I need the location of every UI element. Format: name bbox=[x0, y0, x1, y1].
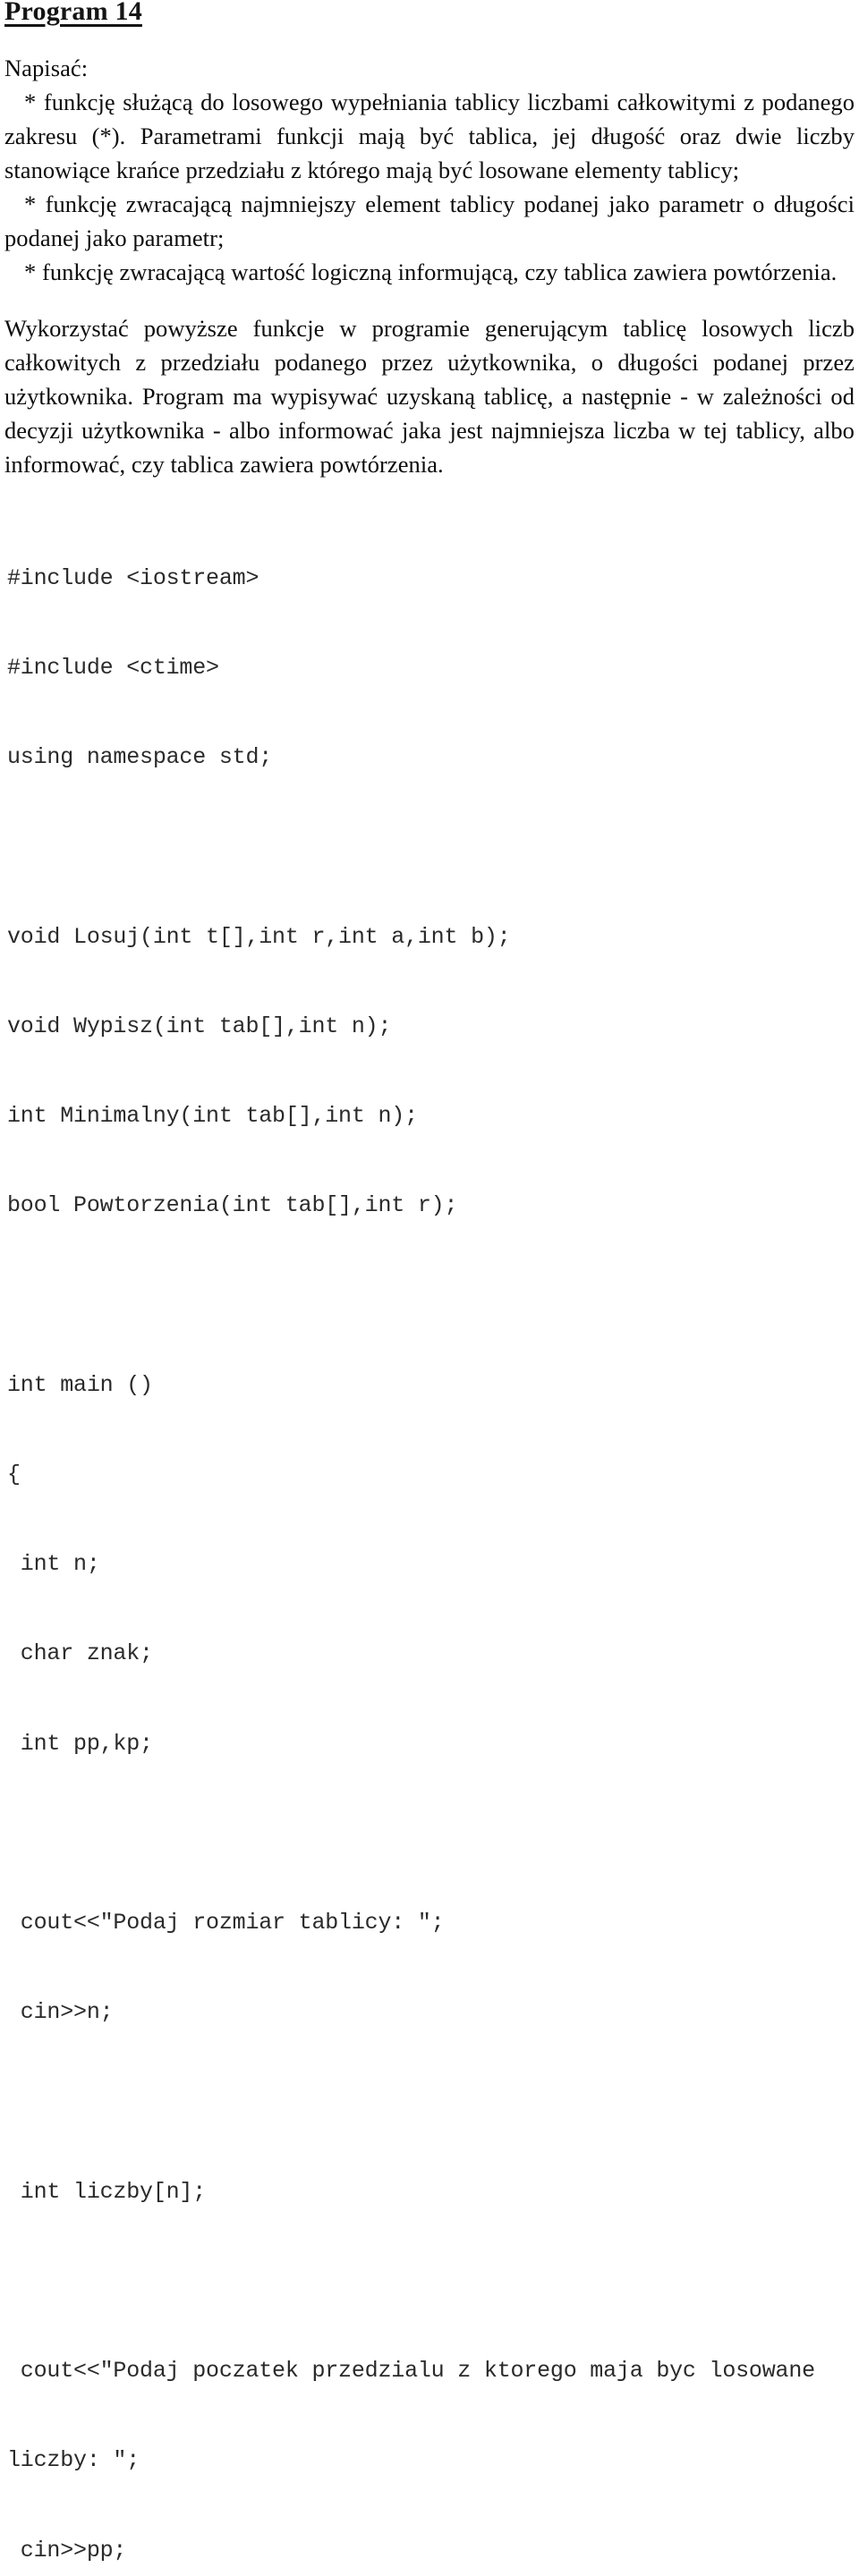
code-line: void Losuj(int t[],int r,int a,int b); bbox=[7, 923, 511, 950]
code-line: #include <iostream> bbox=[7, 564, 259, 591]
requirement-text: * funkcję zwracającą wartość logiczną in… bbox=[24, 258, 838, 285]
code-line: char znak; bbox=[7, 1640, 153, 1667]
code-line: #include <ctime> bbox=[7, 655, 219, 682]
code-line: cout<<"Podaj poczatek przedzialu z ktore… bbox=[7, 2358, 815, 2385]
code-line: int pp,kp; bbox=[7, 1730, 153, 1757]
code-line: int main () bbox=[7, 1371, 153, 1398]
description-paragraph: Wykorzystać powyższe funkcje w programie… bbox=[4, 315, 855, 478]
code-line: int Minimalny(int tab[],int n); bbox=[7, 1103, 418, 1130]
requirement-text: * funkcję zwracającą najmniejszy element… bbox=[4, 191, 855, 251]
code-line: int n; bbox=[7, 1551, 100, 1578]
intro-label: Napisać: bbox=[4, 55, 89, 81]
requirement-item-2: * funkcję zwracającą najmniejszy element… bbox=[4, 187, 855, 255]
requirement-text: * funkcję służącą do losowego wypełniani… bbox=[4, 89, 855, 183]
requirement-item-1: * funkcję służącą do losowego wypełniani… bbox=[4, 85, 855, 187]
code-line: { bbox=[7, 1461, 21, 1487]
requirement-item-3: * funkcję zwracającą wartość logiczną in… bbox=[4, 255, 855, 289]
code-block: #include <iostream> #include <ctime> usi… bbox=[4, 504, 855, 2576]
code-line: cin>>pp; bbox=[7, 2537, 127, 2563]
code-line: void Wypisz(int tab[],int n); bbox=[7, 1013, 392, 1039]
code-line: using namespace std; bbox=[7, 744, 273, 771]
code-line: liczby: "; bbox=[7, 2447, 140, 2474]
page-title: Program 14 bbox=[4, 0, 142, 26]
code-line: int liczby[n]; bbox=[7, 2178, 207, 2205]
code-line: cin>>n; bbox=[7, 1999, 114, 2026]
code-line: cout<<"Podaj rozmiar tablicy: "; bbox=[7, 1910, 445, 1936]
document-page: Program 14 Napisać: * funkcję służącą do… bbox=[0, 0, 859, 2563]
code-line: bool Powtorzenia(int tab[],int r); bbox=[7, 1192, 458, 1219]
